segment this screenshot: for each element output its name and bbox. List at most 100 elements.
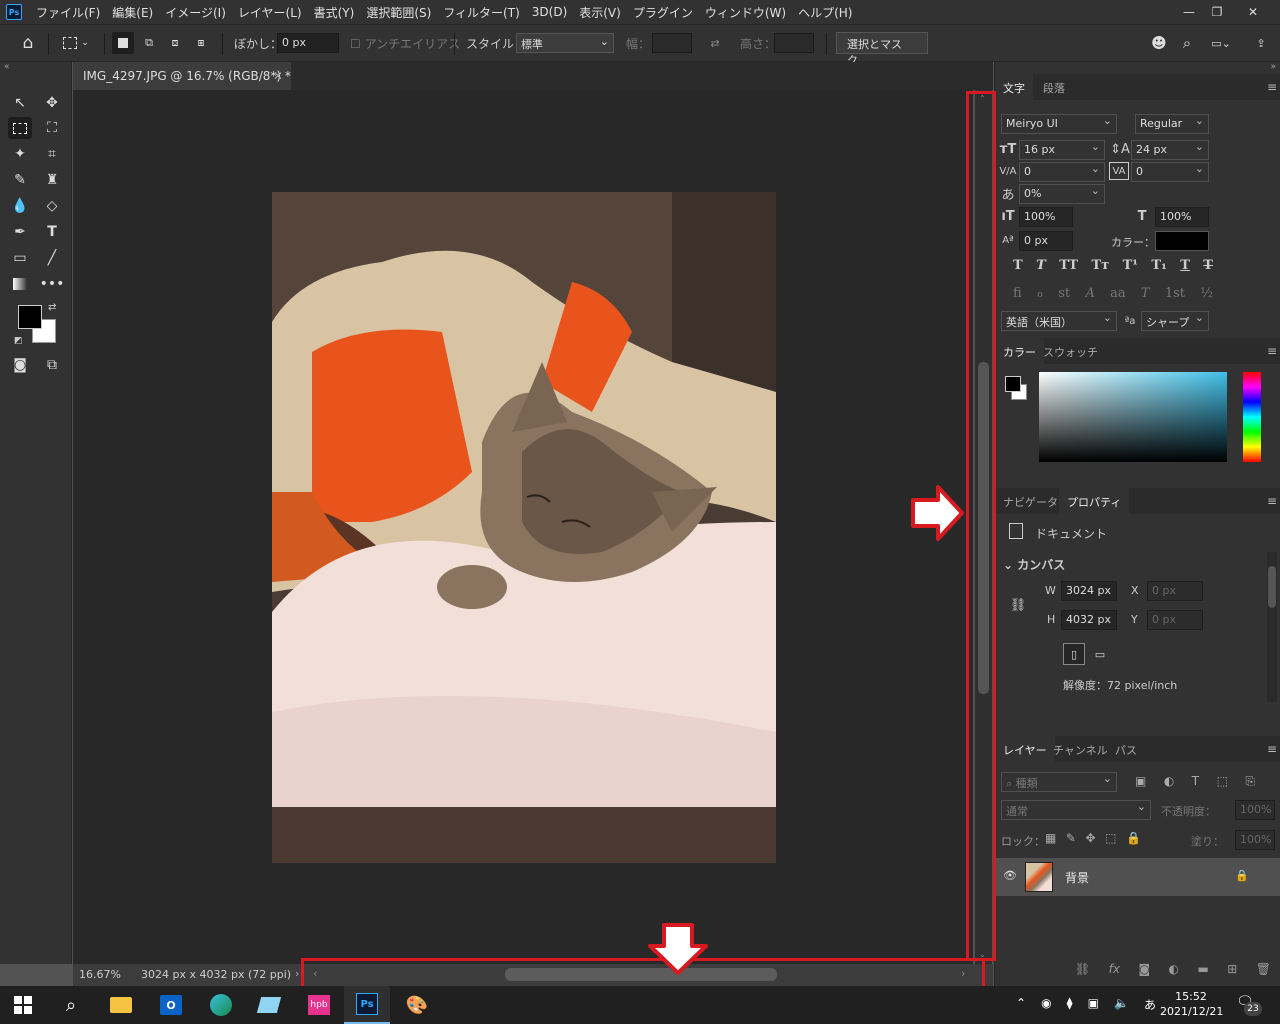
crop-icon[interactable]: ⌗ — [40, 143, 64, 165]
fx-icon[interactable]: fx — [1109, 962, 1120, 976]
brush-icon[interactable]: ✎ — [8, 169, 32, 191]
file-explorer-icon[interactable] — [98, 986, 144, 1024]
new-group-icon[interactable]: ▬ — [1197, 962, 1208, 976]
paint-icon[interactable]: 🎨 — [394, 986, 440, 1024]
dropbox-icon[interactable]: ⧫ — [1067, 996, 1073, 1013]
width-input[interactable] — [652, 33, 692, 53]
layer-row[interactable]: 👁 背景 🔒 — [995, 858, 1280, 896]
lock-image-icon[interactable]: ✎ — [1066, 831, 1076, 845]
workspace-icon[interactable]: ▭⌄ — [1206, 32, 1236, 54]
visibility-eye-icon[interactable]: 👁 — [1003, 869, 1017, 882]
delete-layer-icon[interactable]: 🗑 — [1256, 962, 1271, 976]
adjustment-layer-icon[interactable]: ◐ — [1169, 962, 1179, 976]
canvas-width-input[interactable]: 3024 px — [1061, 581, 1117, 601]
portrait-orientation-icon[interactable]: ▯ — [1063, 643, 1085, 665]
marquee-preset-icon[interactable]: ⌄ — [58, 32, 94, 54]
lock-artboard-icon[interactable]: ⬚ — [1105, 831, 1116, 845]
stylistic-alternates-button[interactable]: aa — [1110, 286, 1126, 306]
ordinals-button[interactable]: 1st — [1165, 286, 1185, 306]
default-colors-icon[interactable]: ◩ — [14, 336, 23, 346]
strikethrough-button[interactable]: T — [1203, 258, 1213, 278]
search-icon[interactable]: ⌕ — [1176, 32, 1198, 54]
photoshop-taskbar-icon[interactable]: Ps — [344, 986, 390, 1024]
all-caps-button[interactable]: TT — [1059, 258, 1078, 278]
document-tab[interactable]: IMG_4297.JPG @ 16.7% (RGB/8*) * ✕ — [73, 62, 291, 90]
move-tool-icon[interactable]: ✥ — [40, 92, 64, 114]
close-tab-icon[interactable]: ✕ — [273, 69, 283, 83]
leading-select[interactable]: 24 px — [1131, 140, 1209, 160]
windows-start-icon[interactable] — [0, 986, 46, 1024]
menu-3d[interactable]: 3D(D) — [526, 5, 573, 19]
vertical-scale-input[interactable]: 100% — [1019, 207, 1073, 227]
new-selection-icon[interactable] — [112, 32, 134, 54]
menu-file[interactable]: ファイル(F) — [30, 4, 106, 21]
gradient-icon[interactable] — [8, 273, 32, 295]
blend-mode-select[interactable]: 通常 — [1001, 800, 1151, 820]
tray-expand-icon[interactable]: ⌃ — [1016, 996, 1026, 1013]
panel-menu-icon[interactable]: ≡ — [1267, 742, 1277, 756]
menu-type[interactable]: 書式(Y) — [308, 4, 361, 21]
font-family-select[interactable]: Meiryo UI — [1001, 114, 1117, 134]
menu-plugins[interactable]: プラグイン — [627, 4, 699, 21]
ime-indicator[interactable]: あ — [1144, 996, 1156, 1013]
canvas-y-input[interactable]: 0 px — [1147, 610, 1203, 630]
adjustment-filter-icon[interactable]: ◐ — [1164, 774, 1174, 789]
titling-alternates-button[interactable]: T — [1141, 286, 1150, 306]
underline-button[interactable]: T — [1180, 258, 1190, 278]
smart-object-filter-icon[interactable]: ⎘ — [1245, 774, 1255, 789]
object-selection-icon[interactable]: ⛶ — [40, 117, 64, 139]
kerning-select[interactable]: 0 — [1019, 162, 1105, 182]
panel-menu-icon[interactable]: ≡ — [1267, 80, 1277, 94]
blur-drop-icon[interactable]: 💧 — [8, 195, 32, 217]
tab-paragraph[interactable]: 段落 — [1035, 74, 1073, 100]
lock-position-icon[interactable]: ✥ — [1086, 831, 1096, 845]
edge-icon[interactable] — [198, 986, 244, 1024]
horizontal-scale-input[interactable]: 100% — [1155, 207, 1209, 227]
layer-lock-icon[interactable]: 🔒 — [1235, 869, 1249, 882]
font-size-select[interactable]: 16 px — [1019, 140, 1105, 160]
add-mask-icon[interactable]: ◙ — [1138, 962, 1150, 976]
type-filter-icon[interactable]: T — [1192, 774, 1199, 789]
note-app-icon[interactable] — [246, 986, 292, 1024]
volume-icon[interactable]: 🔈 — [1114, 996, 1129, 1013]
antialias-select[interactable]: シャープ — [1141, 311, 1209, 331]
user-sync-icon[interactable]: ☻ — [1148, 32, 1170, 54]
tsume-select[interactable]: 0% — [1019, 184, 1105, 204]
type-tool-icon[interactable]: T — [40, 221, 64, 243]
more-tools-icon[interactable]: ••• — [40, 273, 65, 295]
shape-filter-icon[interactable]: ⬚ — [1217, 774, 1228, 789]
magic-wand-icon[interactable]: ✦ — [8, 143, 32, 165]
panel-menu-icon[interactable]: ≡ — [1267, 494, 1277, 508]
security-icon[interactable]: ◉ — [1041, 996, 1051, 1013]
link-dimensions-icon[interactable]: ⛓ — [1010, 597, 1027, 613]
link-layers-icon[interactable]: ⛓ — [1075, 962, 1090, 976]
lock-transparent-icon[interactable]: ▦ — [1045, 831, 1056, 845]
add-selection-icon[interactable]: ⧉ — [138, 32, 160, 54]
canvas-section[interactable]: ⌄ カンバス — [1003, 556, 1065, 573]
new-layer-icon[interactable]: ⊞ — [1227, 962, 1237, 976]
swap-icon[interactable]: ⇄ — [704, 32, 726, 54]
menu-window[interactable]: ウィンドウ(W) — [699, 4, 792, 21]
antialias-checkbox[interactable]: ☐ アンチエイリアス — [350, 35, 460, 52]
eraser-icon[interactable]: ◇ — [40, 195, 64, 217]
menu-filter[interactable]: フィルター(T) — [437, 4, 525, 21]
layer-name[interactable]: 背景 — [1065, 869, 1089, 886]
move-select-icon[interactable]: ↖ — [8, 92, 32, 114]
share-icon[interactable]: ⇪ — [1250, 32, 1272, 54]
minimize-icon[interactable]: — — [1174, 0, 1204, 24]
layer-filter-select[interactable]: ⌕ 種類 — [1001, 772, 1117, 792]
menu-help[interactable]: ヘルプ(H) — [792, 4, 858, 21]
swash-button[interactable]: A — [1085, 286, 1094, 306]
discretionary-ligature-button[interactable]: st — [1058, 286, 1070, 306]
quick-mask-icon[interactable]: ◙ — [8, 354, 32, 376]
restore-icon[interactable]: ❐ — [1202, 0, 1232, 24]
style-select[interactable]: 標準 ⌄ — [516, 33, 614, 53]
stamp-icon[interactable]: ♜ — [40, 169, 64, 191]
tracking-select[interactable]: 0 — [1131, 162, 1209, 182]
feather-input[interactable]: 0 px — [277, 33, 339, 53]
faux-bold-button[interactable]: T — [1013, 258, 1023, 278]
baseline-shift-input[interactable]: 0 px — [1019, 231, 1073, 251]
tab-channels[interactable]: チャンネル — [1045, 736, 1116, 762]
subtract-selection-icon[interactable]: ⧈ — [164, 32, 186, 54]
tab-properties[interactable]: プロパティ — [1059, 488, 1130, 514]
